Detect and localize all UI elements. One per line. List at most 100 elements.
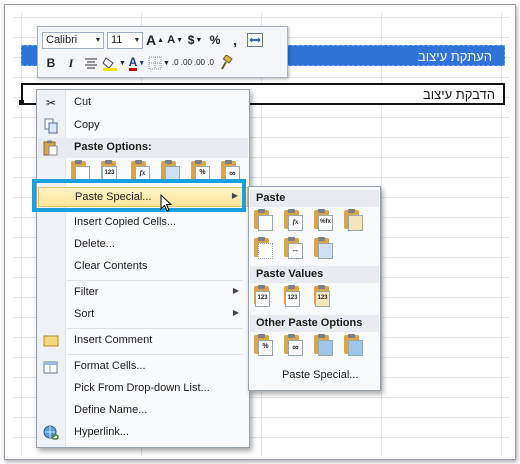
sub-transpose-button[interactable] (312, 237, 334, 259)
decrease-decimal-icon: .00 .0 (193, 58, 214, 67)
menu-item-label: Define Name... (74, 404, 148, 416)
menu-item-pick-from-list[interactable]: Pick From Drop-down List... (38, 379, 248, 399)
paste-formulas-icon: fx (284, 209, 303, 231)
sub-picture-button[interactable] (312, 334, 334, 356)
bold-button[interactable]: B (42, 54, 60, 72)
merge-center-button[interactable] (246, 31, 264, 49)
paste-icon (71, 160, 90, 182)
grow-font-button[interactable]: A ▲ (146, 31, 164, 49)
sub-formulas-number-button[interactable]: %fx (312, 209, 334, 231)
paste-values-icon: 123 (254, 285, 270, 307)
font-color-button[interactable]: A ▼ (128, 54, 146, 72)
menu-item-define-name[interactable]: Define Name... (38, 401, 248, 421)
active-cell-text: הדבקת עיצוב (422, 87, 495, 102)
paste-icon (254, 209, 273, 231)
paste-link-icon: ∞ (221, 160, 240, 182)
paste-keep-format-icon (344, 209, 363, 231)
menu-item-label: Sort (74, 308, 95, 320)
menu-item-hyperlink[interactable]: Hyperlink... (38, 423, 248, 443)
paste-link-button[interactable]: ∞ (218, 159, 240, 182)
comma-button[interactable]: , (226, 31, 244, 49)
percent-button[interactable]: % (206, 31, 224, 49)
borders-icon (148, 56, 162, 70)
paste-column-widths-icon: ↔ (284, 237, 303, 259)
align-center-button[interactable] (82, 54, 100, 72)
sub-values-number-button[interactable]: 123 (282, 285, 304, 307)
menu-separator (67, 280, 243, 281)
sub-values-button[interactable]: 123 (252, 285, 274, 307)
menu-item-format-cells[interactable]: Format Cells... (38, 357, 248, 377)
menu-item-label: Insert Comment (74, 334, 153, 346)
italic-button[interactable]: I (62, 54, 80, 72)
submenu-header-paste: Paste (250, 190, 379, 207)
highlight-box (32, 179, 246, 212)
menu-item-clear-contents[interactable]: Clear Contents (38, 257, 248, 277)
format-cells-icon (43, 359, 59, 375)
paste-formatting-button[interactable]: % (188, 159, 210, 182)
menu-item-label: Pick From Drop-down List... (74, 382, 210, 394)
align-center-icon (85, 58, 97, 69)
menu-item-label: Hyperlink... (74, 426, 130, 438)
format-painter-button[interactable] (216, 54, 234, 72)
sub-paste-button[interactable] (252, 209, 274, 231)
menu-item-label: Cut (74, 96, 92, 108)
submenu-paste-special-item[interactable]: Paste Special... (282, 369, 358, 381)
increase-decimal-icon: .0 .00 (171, 58, 192, 67)
font-color-icon: A (128, 54, 138, 71)
scissors-icon: ✂ (45, 96, 57, 110)
menu-item-filter[interactable]: Filter ▶ (38, 283, 248, 303)
menu-item-sort[interactable]: Sort ▶ (38, 305, 248, 325)
fill-color-button[interactable]: ▼ (102, 54, 126, 72)
paste-linked-picture-icon (344, 334, 363, 356)
menu-item-delete[interactable]: Delete... (38, 235, 248, 255)
font-name-combo[interactable]: Calibri ▼ (42, 31, 104, 49)
menu-item-label: Copy (74, 119, 100, 131)
paste-formulas-icon: fx (131, 160, 150, 182)
paste-transpose-button[interactable] (158, 159, 180, 182)
font-name-value: Calibri (46, 34, 78, 46)
comment-icon (43, 333, 59, 349)
menu-item-insert-comment[interactable]: Insert Comment (38, 331, 248, 351)
copy-icon (43, 118, 59, 134)
menu-item-label: Delete... (74, 238, 115, 250)
paste-formulas-number-icon: %fx (314, 209, 333, 231)
paste-options-header: Paste Options: (38, 138, 248, 158)
paste-link-icon: ∞ (284, 334, 303, 356)
increase-decimal-button[interactable]: .0 .00 (172, 54, 192, 72)
submenu-arrow-icon: ▶ (232, 308, 239, 317)
menu-item-cut[interactable]: ✂ Cut (38, 93, 248, 113)
paste-transpose-icon (314, 237, 333, 259)
copied-cell-text: העתקת עיצוב (418, 49, 492, 64)
paste-formulas-button[interactable]: fx (128, 159, 150, 182)
paste-special-submenu: Paste fx %fx ↔ Paste Values 123 123 123 … (248, 186, 381, 391)
menu-separator (67, 328, 243, 329)
sub-formatting-button[interactable]: % (252, 334, 274, 356)
sub-link-button[interactable]: ∞ (282, 334, 304, 356)
fill-handle[interactable] (19, 100, 24, 105)
borders-button[interactable]: ▼ (148, 54, 170, 72)
paste-transpose-icon (161, 160, 180, 182)
shrink-font-button[interactable]: A ▼ (166, 31, 184, 49)
sub-column-widths-button[interactable]: ↔ (282, 237, 304, 259)
format-painter-icon (221, 55, 233, 70)
paste-values-button[interactable]: 123 (98, 159, 118, 182)
sub-no-borders-button[interactable] (252, 237, 274, 259)
font-size-combo[interactable]: 11 ▼ (107, 31, 143, 49)
menu-item-label: Paste Options: (74, 141, 152, 153)
paste-picture-icon (314, 334, 333, 356)
chevron-down-icon: ▼ (133, 36, 141, 44)
currency-button[interactable]: $ ▼ (186, 31, 204, 49)
decrease-decimal-button[interactable]: .00 .0 (194, 54, 214, 72)
menu-item-label: Format Cells... (74, 360, 146, 372)
submenu-header-other-options: Other Paste Options (250, 315, 379, 332)
sub-values-source-button[interactable]: 123 (312, 285, 334, 307)
paste-no-borders-icon (254, 237, 273, 259)
sub-keep-source-format-button[interactable] (342, 209, 364, 231)
paste-button[interactable] (68, 159, 90, 182)
sub-linked-picture-button[interactable] (342, 334, 364, 356)
menu-item-label: Filter (74, 286, 99, 298)
menu-item-insert-copied-cells[interactable]: Insert Copied Cells... (38, 213, 248, 233)
menu-item-label: Insert Copied Cells... (74, 216, 177, 228)
menu-item-copy[interactable]: Copy (38, 116, 248, 136)
sub-formulas-button[interactable]: fx (282, 209, 304, 231)
